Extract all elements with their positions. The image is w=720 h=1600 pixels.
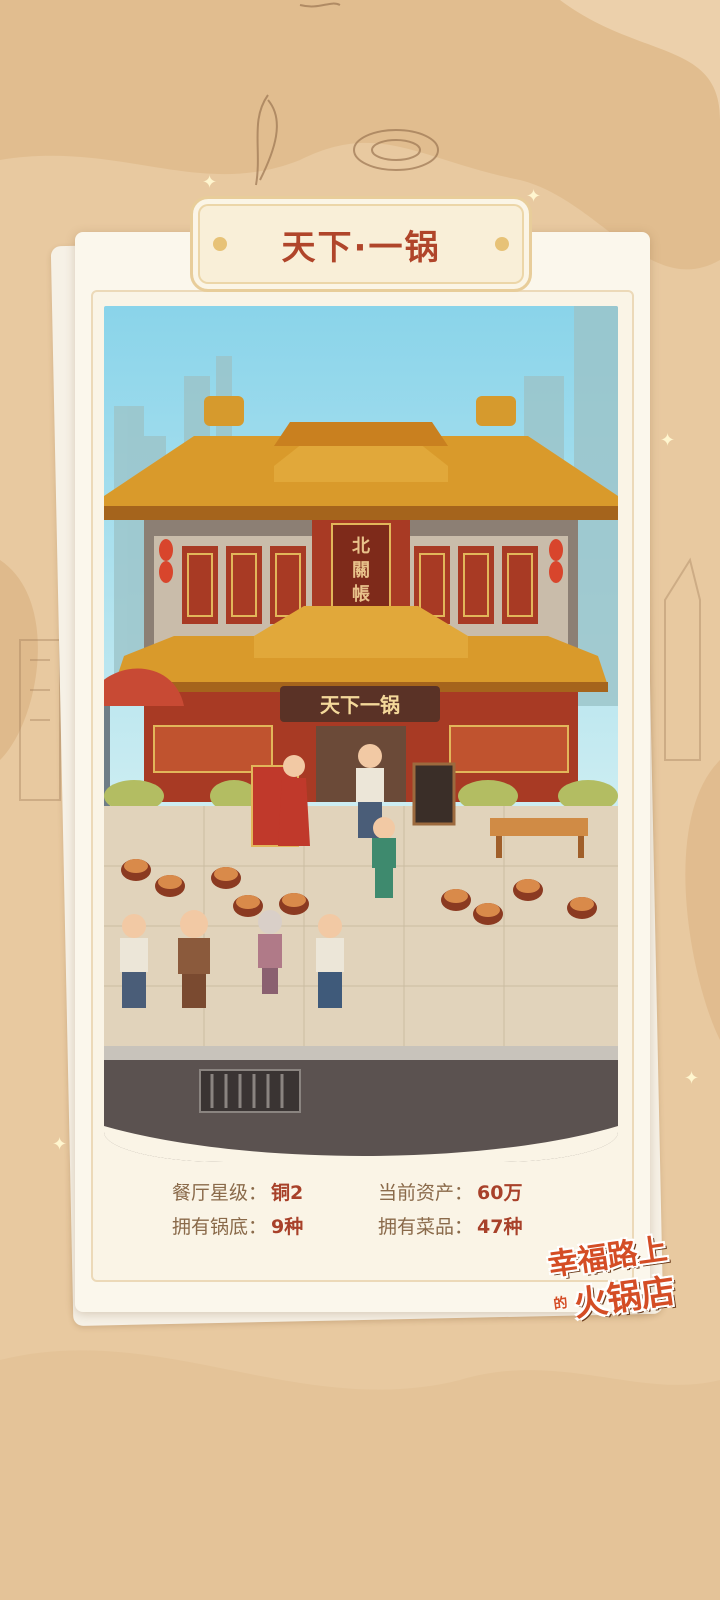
restaurant-scene-svg: 北 關 帳 天下一锅 <box>104 306 618 1162</box>
title-dot-right <box>495 237 509 251</box>
stat-label: 当前资产： <box>378 1182 474 1204</box>
game-logo: 幸福路上 的 火锅店 <box>542 1214 704 1334</box>
stat-value: 铜2 <box>271 1182 304 1204</box>
stat-value: 60万 <box>477 1182 523 1204</box>
stat-soup-bases: 拥有锅底： 9种 <box>172 1212 303 1239</box>
stat-dishes: 拥有菜品： 47种 <box>378 1212 522 1239</box>
shop-sign: 天下一锅 <box>320 693 400 717</box>
svg-text:帳: 帳 <box>352 583 370 605</box>
stat-value: 47种 <box>477 1216 523 1238</box>
sparkle-icon: ✦ <box>660 430 676 451</box>
stat-star-level: 餐厅星级： 铜2 <box>172 1178 303 1205</box>
stat-label: 拥有菜品： <box>378 1216 474 1238</box>
stat-label: 餐厅星级： <box>172 1182 268 1204</box>
stat-label: 拥有锅底： <box>172 1216 268 1238</box>
stat-value: 9种 <box>271 1216 304 1238</box>
title-plate: 天下·一锅 <box>190 196 532 292</box>
svg-text:關: 關 <box>352 560 370 581</box>
svg-text:北: 北 <box>352 536 370 557</box>
restaurant-title: 天下·一锅 <box>281 227 441 268</box>
restaurant-illustration: 北 關 帳 天下一锅 <box>104 306 618 1162</box>
sparkle-icon: ✦ <box>52 1134 68 1155</box>
title-dot-left <box>213 237 227 251</box>
sparkle-icon: ✦ <box>202 172 218 193</box>
logo-small: 的 <box>552 1295 569 1313</box>
stat-assets: 当前资产： 60万 <box>378 1178 522 1205</box>
sparkle-icon: ✦ <box>684 1068 700 1089</box>
sparkle-icon: ✦ <box>526 186 542 207</box>
